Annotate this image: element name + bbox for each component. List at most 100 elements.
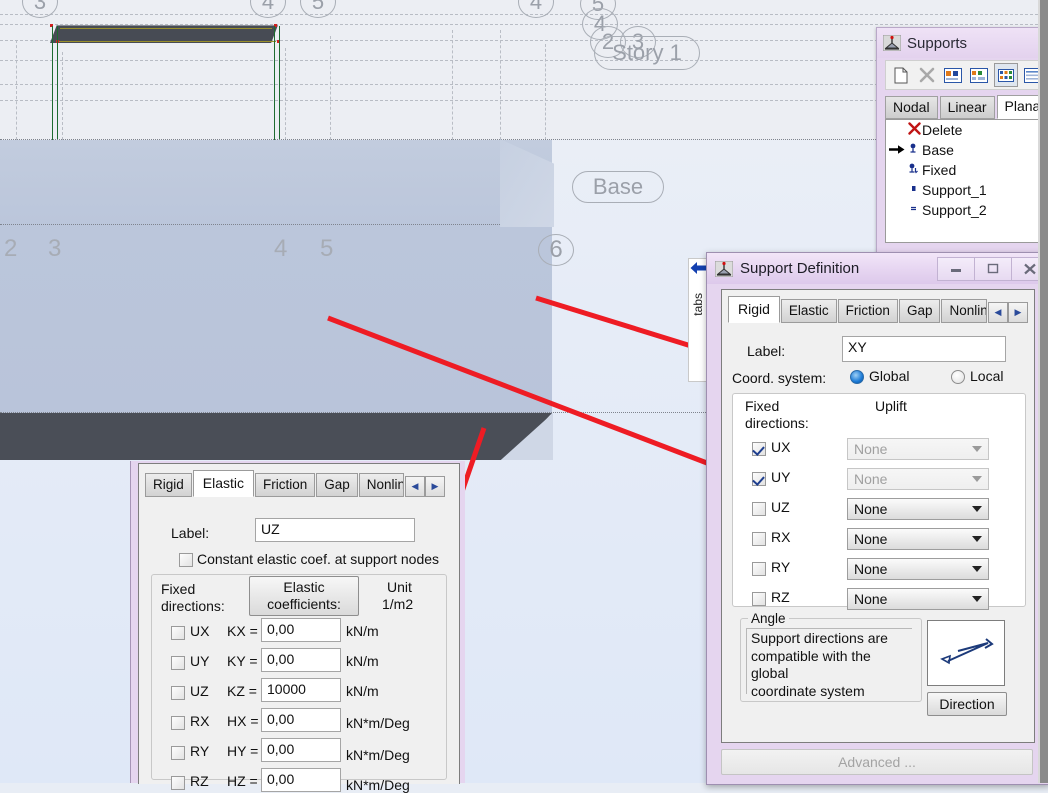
uplift-combo-uy[interactable]: None: [847, 468, 989, 490]
elastic-tabstrip[interactable]: Rigid Elastic Friction Gap Nonlinea ◀ ▶: [145, 470, 445, 497]
list-item-label: Base: [922, 142, 954, 158]
support-definition-tabstrip[interactable]: Rigid Elastic Friction Gap Nonlinea ◀ ▶: [728, 296, 1028, 323]
chevron-down-icon: [972, 566, 982, 572]
elastic-coefficients-button-line2: coefficients:: [267, 596, 341, 612]
uplift-combo-ry[interactable]: None: [847, 558, 989, 580]
radio-local[interactable]: [951, 370, 965, 384]
supports-list[interactable]: Delete Base Fixed Support_1 Support_2: [885, 119, 1048, 243]
tab-nodal[interactable]: Nodal: [885, 96, 938, 119]
support-definition-titlebar[interactable]: Support Definition: [707, 253, 1048, 284]
uplift-combo-rz[interactable]: None: [847, 588, 989, 610]
label-input[interactable]: XY: [842, 336, 1006, 362]
grid-bubble-label: 5: [311, 0, 325, 14]
elastic-coefficients-button[interactable]: Elastic coefficients:: [249, 576, 359, 616]
support-icon: [906, 204, 922, 216]
tab-nonlinear[interactable]: Nonlinea: [941, 299, 987, 323]
large-icons-icon[interactable]: [942, 64, 964, 86]
tab-scroll-buttons[interactable]: ◀ ▶: [405, 476, 445, 497]
grid-line: [545, 44, 546, 140]
tab-gap[interactable]: Gap: [316, 473, 358, 497]
checkbox-uz[interactable]: [752, 502, 766, 516]
advanced-button[interactable]: Advanced ...: [721, 749, 1033, 775]
column-edge: [279, 26, 280, 140]
uplift-combo-uz[interactable]: None: [847, 498, 989, 520]
list-item[interactable]: Support_2: [886, 200, 1048, 220]
beam-edge: [56, 41, 276, 42]
row-checkbox-rx[interactable]: [171, 716, 185, 730]
tab-friction[interactable]: Friction: [255, 473, 316, 497]
angle-preview: [927, 620, 1005, 686]
checkbox-uy[interactable]: [752, 472, 766, 486]
tab-rigid[interactable]: Rigid: [145, 473, 192, 497]
row-checkbox-ux[interactable]: [171, 626, 185, 640]
small-icons-icon[interactable]: [968, 64, 990, 86]
list-item[interactable]: Support_1: [886, 180, 1048, 200]
grid-bubble[interactable]: 6: [538, 234, 574, 266]
new-icon[interactable]: [890, 64, 912, 86]
label-caption: Label:: [171, 525, 210, 541]
tab-rigid[interactable]: Rigid: [728, 296, 780, 323]
tab-scroll-right-button[interactable]: ▶: [1008, 302, 1028, 323]
tab-nonlinear[interactable]: Nonlinea: [358, 473, 404, 497]
angle-direction-icon: [940, 638, 994, 665]
row-checkbox-ry[interactable]: [171, 746, 185, 760]
base-label-bubble[interactable]: Base: [572, 171, 664, 203]
tab-scroll-right-button[interactable]: ▶: [425, 476, 445, 497]
story-label-bubble[interactable]: Story 1: [594, 36, 700, 70]
direction-button[interactable]: Direction: [927, 692, 1007, 716]
window-buttons[interactable]: [937, 256, 1048, 281]
row-checkbox-rz[interactable]: [171, 776, 185, 790]
supports-titlebar[interactable]: Supports: [877, 28, 1048, 58]
list-item[interactable]: Delete: [886, 120, 1048, 140]
row-value-uz[interactable]: 10000: [261, 678, 341, 702]
support-symbol-icon: [882, 34, 902, 52]
uplift-combo-rx[interactable]: None: [847, 528, 989, 550]
constant-elastic-checkbox[interactable]: [179, 553, 193, 567]
list-item[interactable]: Fixed: [886, 160, 1048, 180]
delete-icon[interactable]: [916, 64, 938, 86]
row-checkbox-uy[interactable]: [171, 656, 185, 670]
tab-elastic[interactable]: Elastic: [780, 299, 837, 323]
row-direction-uz: UZ: [190, 683, 209, 699]
list-item[interactable]: Base: [886, 140, 1048, 160]
row-value-rz[interactable]: 0,00: [261, 768, 341, 792]
support-definition-elastic-dialog[interactable]: Rigid Elastic Friction Gap Nonlinea ◀ ▶ …: [130, 461, 465, 793]
support-definition-dialog[interactable]: Support Definition Rigid Elastic Frictio…: [706, 252, 1048, 785]
checkbox-rx[interactable]: [752, 532, 766, 546]
row-value-ux[interactable]: 0,00: [261, 618, 341, 642]
axis-number: 5: [320, 235, 334, 262]
row-value-uy[interactable]: 0,00: [261, 648, 341, 672]
label-input[interactable]: UZ: [255, 518, 415, 542]
direction-label-uz: UZ: [771, 499, 790, 515]
grid-line: [62, 52, 63, 140]
checkbox-ux[interactable]: [752, 442, 766, 456]
supports-toolbar[interactable]: [885, 60, 1048, 90]
axis-number: 2: [4, 235, 18, 262]
red-x-icon: [906, 122, 922, 138]
row-k-label-rx: HX =: [227, 713, 259, 729]
tab-linear[interactable]: Linear: [939, 96, 995, 119]
radio-global-label: Global: [869, 368, 910, 384]
tab-friction[interactable]: Friction: [837, 299, 898, 323]
tab-gap[interactable]: Gap: [898, 299, 941, 323]
tab-scroll-buttons[interactable]: ◀ ▶: [988, 302, 1028, 323]
support-icon: [906, 184, 922, 196]
checkbox-rz[interactable]: [752, 592, 766, 606]
uplift-combo-ux[interactable]: None: [847, 438, 989, 460]
supports-tabs[interactable]: Nodal Linear Planar: [885, 95, 1048, 119]
tab-scroll-left-button[interactable]: ◀: [988, 302, 1008, 323]
story-label: Story 1: [612, 40, 682, 65]
minimize-button[interactable]: [937, 256, 974, 281]
row-checkbox-uz[interactable]: [171, 686, 185, 700]
chevron-down-icon: [972, 506, 982, 512]
row-value-rx[interactable]: 0,00: [261, 708, 341, 732]
row-direction-rx: RX: [190, 713, 210, 729]
radio-global[interactable]: [850, 370, 864, 384]
row-value-ry[interactable]: 0,00: [261, 738, 341, 762]
list-icon[interactable]: [994, 63, 1018, 87]
tab-elastic[interactable]: Elastic: [192, 470, 254, 497]
maximize-button[interactable]: [974, 256, 1011, 281]
supports-panel[interactable]: Supports Nodal Linear Planar Delete Base…: [876, 27, 1048, 262]
tab-scroll-left-button[interactable]: ◀: [405, 476, 425, 497]
checkbox-ry[interactable]: [752, 562, 766, 576]
